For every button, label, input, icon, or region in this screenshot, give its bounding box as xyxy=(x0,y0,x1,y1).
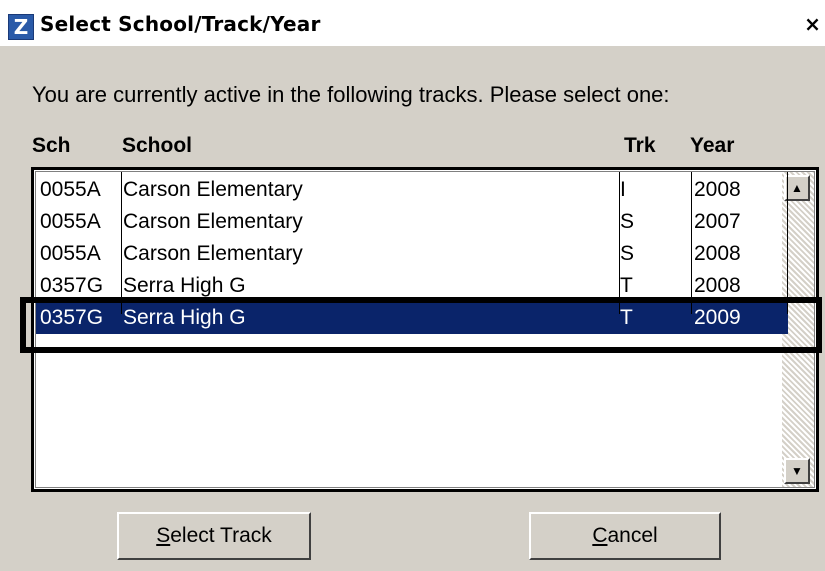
table-row[interactable]: 0055A Carson Elementary S 2008 xyxy=(36,238,788,270)
cell-school: Carson Elementary xyxy=(123,178,303,201)
select-track-mnemonic: S xyxy=(156,524,171,547)
cancel-label: ancel xyxy=(607,524,658,547)
cell-school: Serra High G xyxy=(123,306,246,329)
cell-school: Carson Elementary xyxy=(123,210,303,233)
cell-sch: 0055A xyxy=(40,242,101,265)
window-title: Select School/Track/Year xyxy=(40,12,321,36)
cell-school: Carson Elementary xyxy=(123,242,303,265)
cancel-button[interactable]: Cancel xyxy=(529,512,721,560)
column-divider xyxy=(121,172,122,314)
column-header-trk: Trk xyxy=(624,134,656,157)
cell-year: 2008 xyxy=(694,274,741,297)
table-row[interactable]: 0055A Carson Elementary S 2007 xyxy=(36,206,788,238)
column-header-year: Year xyxy=(690,134,735,157)
select-track-dialog: Z Select School/Track/Year × You are cur… xyxy=(0,0,825,571)
cell-sch: 0055A xyxy=(40,210,101,233)
select-track-button[interactable]: Select Track xyxy=(117,512,311,560)
track-list-body: ▲ ▼ 0055A Carson Elementary I 2008 0055A Cars… xyxy=(35,171,815,488)
instruction-text: You are currently active in the followin… xyxy=(32,82,670,107)
select-track-label: elect Track xyxy=(170,524,272,547)
cell-trk: S xyxy=(620,210,635,233)
cell-sch: 0357G xyxy=(40,274,104,297)
cancel-mnemonic: C xyxy=(592,524,608,547)
column-header-sch: Sch xyxy=(32,134,71,157)
table-row[interactable]: 0055A Carson Elementary I 2008 xyxy=(36,174,788,206)
track-list[interactable]: ▲ ▼ 0055A Carson Elementary I 2008 0055A Cars… xyxy=(31,167,819,492)
column-divider xyxy=(691,172,692,314)
cell-year: 2008 xyxy=(694,178,741,201)
cell-school: Serra High G xyxy=(123,274,246,297)
column-header-school: School xyxy=(122,134,193,157)
cell-year: 2009 xyxy=(694,306,741,329)
cell-trk: T xyxy=(620,274,633,297)
cell-trk: S xyxy=(620,242,635,265)
column-divider xyxy=(619,172,620,314)
cell-trk: T xyxy=(620,306,633,329)
table-row[interactable]: 0357G Serra High G T 2008 xyxy=(36,270,788,302)
scroll-down-icon[interactable]: ▼ xyxy=(784,458,810,484)
column-divider xyxy=(787,172,788,314)
cell-year: 2007 xyxy=(694,210,741,233)
cell-sch: 0055A xyxy=(40,178,101,201)
z-app-icon: Z xyxy=(8,14,34,40)
table-row[interactable]: 0357G Serra High G T 2009 xyxy=(36,302,788,334)
cell-year: 2008 xyxy=(694,242,741,265)
cell-sch: 0357G xyxy=(40,306,104,329)
close-button[interactable]: × xyxy=(800,10,825,38)
title-bar: Z Select School/Track/Year × xyxy=(0,0,825,46)
cell-trk: I xyxy=(620,178,626,201)
